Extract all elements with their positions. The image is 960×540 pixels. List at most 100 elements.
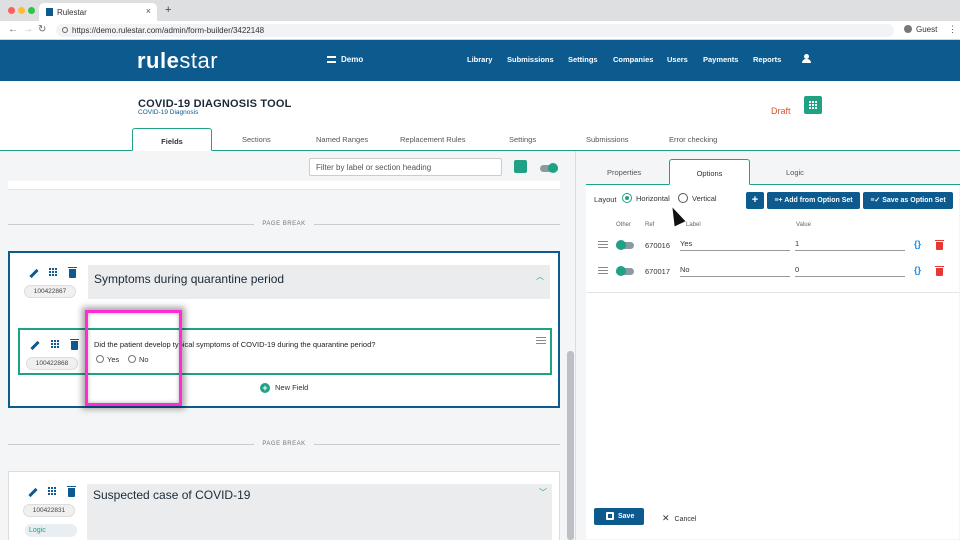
browser-tab[interactable]: Rulestar × bbox=[39, 3, 157, 21]
address-bar: ← → ↻ https://demo.rulestar.com/admin/fo… bbox=[0, 21, 960, 40]
layout-horizontal-option[interactable]: Horizontal bbox=[622, 193, 670, 203]
nav-users[interactable]: Users bbox=[667, 55, 688, 64]
tab-options-label: Options bbox=[696, 169, 723, 178]
options-card: Layout Horizontal Vertical + ≡+ Add from… bbox=[586, 185, 959, 539]
tab-replacement-rules[interactable]: Replacement Rules bbox=[400, 135, 465, 144]
expression-braces-icon[interactable]: {} bbox=[914, 239, 921, 249]
tab-logic[interactable]: Logic bbox=[786, 168, 804, 177]
nav-companies[interactable]: Companies bbox=[613, 55, 653, 64]
browser-tab-title: Rulestar bbox=[57, 8, 87, 17]
minimize-window-icon[interactable] bbox=[18, 7, 25, 14]
tab-settings[interactable]: Settings bbox=[509, 135, 536, 144]
nav-reports[interactable]: Reports bbox=[753, 55, 781, 64]
reorder-section-icon[interactable] bbox=[48, 487, 57, 496]
nav-submissions[interactable]: Submissions bbox=[507, 55, 554, 64]
option-label-input[interactable]: Yes bbox=[680, 237, 790, 251]
section-header[interactable]: Symptoms during quarantine period ︿ bbox=[88, 265, 550, 299]
save-as-option-set-button[interactable]: ≡✓ Save as Option Set bbox=[863, 192, 953, 209]
collapse-all-icon[interactable] bbox=[514, 160, 527, 173]
rulestar-logo[interactable]: rulestar bbox=[137, 48, 218, 74]
option-value-input[interactable]: 1 bbox=[795, 237, 905, 251]
tab-error-checking[interactable]: Error checking bbox=[669, 135, 717, 144]
apps-grid-button[interactable] bbox=[804, 96, 822, 114]
workspace-selector[interactable]: Demo bbox=[327, 55, 363, 64]
back-icon[interactable]: ← bbox=[8, 24, 18, 35]
new-field-button[interactable]: + New Field bbox=[260, 383, 308, 393]
expression-braces-icon[interactable]: {} bbox=[914, 265, 921, 275]
annotation-highlight-box bbox=[85, 310, 182, 406]
delete-section-icon[interactable] bbox=[68, 267, 77, 278]
section-id: 100422831 bbox=[23, 504, 75, 517]
plus-circle-icon: + bbox=[260, 383, 270, 393]
nav-payments[interactable]: Payments bbox=[703, 55, 738, 64]
tab-named-ranges[interactable]: Named Ranges bbox=[316, 135, 368, 144]
url-field[interactable]: https://demo.rulestar.com/admin/form-bui… bbox=[56, 24, 894, 37]
drag-handle-icon[interactable] bbox=[598, 267, 608, 274]
previous-section-bottom bbox=[8, 181, 560, 190]
forward-icon[interactable]: → bbox=[23, 24, 33, 35]
tab-sections[interactable]: Sections bbox=[242, 135, 271, 144]
edit-section-icon[interactable] bbox=[28, 487, 38, 498]
maximize-window-icon[interactable] bbox=[28, 7, 35, 14]
browser-menu-icon[interactable]: ⋮ bbox=[948, 24, 957, 35]
delete-field-icon[interactable] bbox=[70, 339, 79, 350]
cancel-button[interactable]: ✕ Cancel bbox=[662, 513, 696, 524]
rulestar-favicon-icon bbox=[46, 8, 53, 16]
delete-section-icon[interactable] bbox=[67, 486, 76, 497]
edit-field-icon[interactable] bbox=[30, 340, 40, 351]
close-window-icon[interactable] bbox=[8, 7, 15, 14]
drag-handle-icon[interactable] bbox=[536, 337, 546, 344]
user-account-icon[interactable] bbox=[802, 54, 811, 64]
reorder-section-icon[interactable] bbox=[49, 268, 58, 277]
close-tab-icon[interactable]: × bbox=[146, 6, 151, 16]
list-add-icon: ≡+ bbox=[774, 197, 785, 204]
layout-label: Layout bbox=[594, 195, 617, 204]
view-toggle[interactable] bbox=[540, 163, 558, 173]
drag-handle-icon[interactable] bbox=[598, 241, 608, 248]
save-button[interactable]: Save bbox=[594, 508, 644, 525]
app-header: rulestar Demo Library Submissions Settin… bbox=[0, 40, 960, 81]
section-card[interactable]: 100422831 Logic Suspected case of COVID-… bbox=[8, 471, 560, 540]
filter-placeholder: Filter by label or section heading bbox=[316, 163, 432, 172]
logic-badge[interactable]: Logic bbox=[25, 524, 77, 537]
new-tab-icon[interactable]: + bbox=[165, 4, 171, 16]
column-value: Value bbox=[796, 222, 811, 228]
close-icon: ✕ bbox=[662, 513, 670, 523]
reload-icon[interactable]: ↻ bbox=[38, 24, 46, 35]
profile-button[interactable]: Guest bbox=[904, 25, 937, 34]
tab-options[interactable]: Options bbox=[669, 159, 750, 185]
chevron-down-icon[interactable]: ﹀ bbox=[539, 487, 547, 498]
add-option-button[interactable]: + bbox=[746, 192, 764, 209]
option-value-input[interactable]: 0 bbox=[795, 263, 905, 277]
radio-unselected-icon[interactable] bbox=[678, 193, 688, 203]
nav-library[interactable]: Library bbox=[467, 55, 492, 64]
page-break-label: PAGE BREAK bbox=[0, 441, 568, 447]
option-ref: 670017 bbox=[645, 267, 671, 276]
tab-submissions[interactable]: Submissions bbox=[586, 135, 629, 144]
edit-section-icon[interactable] bbox=[29, 268, 39, 279]
filter-input[interactable]: Filter by label or section heading bbox=[309, 158, 502, 176]
delete-option-icon[interactable] bbox=[935, 266, 944, 276]
layout-vertical-option[interactable]: Vertical bbox=[678, 193, 717, 203]
chevron-up-icon[interactable]: ︿ bbox=[536, 271, 544, 282]
radio-selected-icon[interactable] bbox=[622, 193, 632, 203]
status-badge: Draft bbox=[771, 106, 791, 116]
nav-settings[interactable]: Settings bbox=[568, 55, 598, 64]
section-header[interactable]: Suspected case of COVID-19 ﹀ bbox=[87, 484, 552, 540]
field-properties-panel: Properties Options Logic Layout Horizont… bbox=[575, 151, 960, 540]
other-toggle[interactable] bbox=[616, 266, 634, 276]
add-from-option-set-button[interactable]: ≡+ Add from Option Set bbox=[767, 192, 860, 209]
workspace-icon bbox=[327, 56, 336, 63]
section-id: 100422867 bbox=[24, 285, 76, 298]
delete-option-icon[interactable] bbox=[935, 240, 944, 250]
option-label-input[interactable]: No bbox=[680, 263, 790, 277]
profile-icon bbox=[904, 25, 912, 33]
profile-label: Guest bbox=[916, 25, 938, 34]
column-label: Label bbox=[686, 222, 701, 228]
tab-fields-label: Fields bbox=[161, 137, 183, 146]
other-toggle[interactable] bbox=[616, 240, 634, 250]
tab-properties[interactable]: Properties bbox=[607, 168, 641, 177]
tab-fields[interactable]: Fields bbox=[132, 128, 212, 151]
builder-scrollbar[interactable] bbox=[567, 351, 574, 540]
reorder-field-icon[interactable] bbox=[51, 340, 60, 349]
